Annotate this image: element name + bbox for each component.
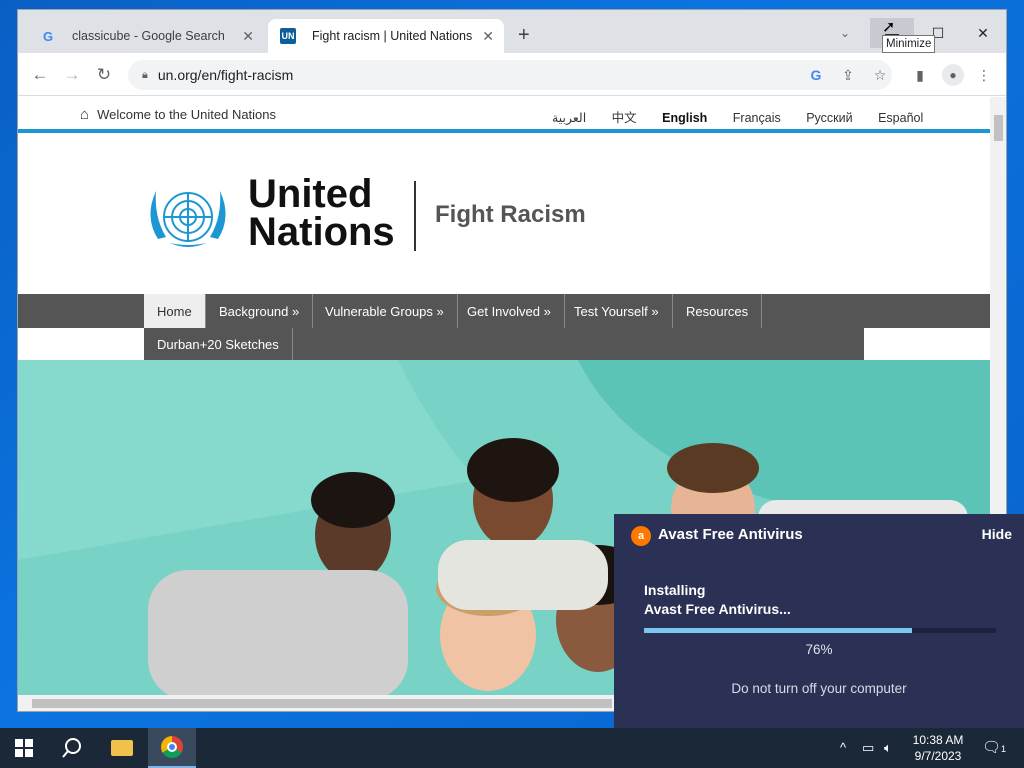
lang-french[interactable]: Français [733,111,781,125]
file-explorer-button[interactable] [98,728,146,768]
menu-get-involved[interactable]: Get Involved » [454,294,565,328]
search-button[interactable] [48,728,96,768]
menu-vulnerable-groups[interactable]: Vulnerable Groups » [312,294,458,328]
notification-count: 1 [1001,744,1007,754]
avast-install-popup: a Avast Free Antivirus Hide Installing A… [614,514,1024,728]
clock-time: 10:38 AM [912,733,964,747]
site-subtitle: Fight Racism [435,201,586,228]
tab-title: Fight racism | United Nations [312,29,473,43]
profile-avatar[interactable]: ● [942,64,964,86]
side-panel-icon[interactable]: ▮ [910,65,930,85]
avast-title: Avast Free Antivirus [658,526,803,543]
browser-toolbar: ← → ↻ 🔒︎ un.org/en/fight-racism G ⇪ ☆ ▮ … [18,53,1006,96]
notification-center-icon[interactable]: 🗨︎1 [982,738,1006,756]
url-text: un.org/en/fight-racism [157,67,294,83]
logo-line-2: Nations [248,210,395,254]
address-bar[interactable]: 🔒︎ un.org/en/fight-racism [128,60,892,90]
language-switcher: العربية 中文 English Français Русский Espa… [552,107,945,126]
scroll-thumb[interactable] [32,699,612,708]
new-tab-button[interactable]: + [518,24,530,46]
avast-message: Installing Avast Free Antivirus... [644,581,791,619]
chrome-icon [161,736,183,758]
menu-test-yourself[interactable]: Test Yourself » [561,294,673,328]
windows-logo-icon [15,739,33,757]
welcome-link[interactable]: ⌂ Welcome to the United Nations [80,106,276,123]
avast-message-line-1: Installing [644,582,706,598]
lang-arabic[interactable]: العربية [552,111,586,125]
welcome-text: Welcome to the United Nations [97,107,277,122]
un-favicon-icon: UN [280,28,296,44]
volume-muted-icon[interactable]: 🔈︎ [884,740,892,756]
minimize-tooltip: Minimize [882,35,936,53]
network-icon[interactable]: ▭ [862,740,874,756]
lang-english[interactable]: English [662,111,707,125]
chrome-menu-icon[interactable]: ⋮ [974,65,994,85]
chrome-taskbar-button[interactable] [148,728,196,768]
folder-icon [111,740,133,756]
logo-divider [414,181,416,251]
united-nations-logotype[interactable]: United Nations [248,172,395,254]
mouse-cursor-icon: ➚ [882,19,896,36]
tab-search-icon[interactable]: ⌄ [836,18,854,48]
close-tab-icon[interactable]: ✕ [242,28,254,45]
reload-button[interactable]: ↻ [92,63,116,87]
lang-spanish[interactable]: Español [878,111,923,125]
avast-message-line-2: Avast Free Antivirus... [644,601,791,617]
chevron-up-icon[interactable]: ^ [840,740,846,755]
tab-title: classicube - Google Search [72,29,225,43]
taskbar: ^ ▭ 🔈︎ 10:38 AM 9/7/2023 🗨︎1 [0,728,1024,768]
home-icon: ⌂ [80,106,90,123]
menu-resources[interactable]: Resources [673,294,763,328]
avast-hide-button[interactable]: Hide [982,526,1012,542]
tab-google-search[interactable]: G classicube - Google Search ✕ [28,19,264,53]
bookmark-star-icon[interactable]: ☆ [870,65,890,85]
system-clock[interactable]: 10:38 AM 9/7/2023 [906,732,970,764]
google-favicon-icon: G [42,28,54,44]
close-window-button[interactable]: ✕ [961,18,1005,48]
logo-line-1: United [248,172,373,216]
tab-strip: G classicube - Google Search ✕ UN Fight … [18,10,1006,53]
search-icon [62,738,81,758]
clock-date: 9/7/2023 [914,749,962,763]
un-top-bar: ⌂ Welcome to the United Nations العربية … [18,97,990,133]
avast-logo-icon: a [631,526,651,546]
avast-progress-bar [644,628,996,633]
start-button[interactable] [0,728,48,768]
lock-icon: 🔒︎ [142,68,148,81]
scroll-thumb[interactable] [994,115,1003,141]
avast-progress-label: 76% [805,642,833,657]
main-menu-row-2: Durban+20 Sketches [144,328,864,360]
un-emblem-icon[interactable] [140,177,236,257]
site-header: United Nations Fight Racism [18,137,990,294]
avast-progress-fill [644,628,912,633]
main-menu: Home Background » Vulnerable Groups » Ge… [18,294,990,328]
share-icon[interactable]: ⇪ [838,65,858,85]
forward-button[interactable]: → [60,63,84,87]
tab-fight-racism[interactable]: UN Fight racism | United Nations ✕ [268,19,504,53]
lang-russian[interactable]: Русский [806,111,852,125]
back-button[interactable]: ← [28,63,52,87]
google-lens-icon[interactable]: G [806,65,826,85]
lang-chinese[interactable]: 中文 [612,111,637,125]
menu-background[interactable]: Background » [206,294,314,328]
avast-warning: Do not turn off your computer [731,681,907,696]
menu-home[interactable]: Home [144,294,206,328]
close-tab-icon[interactable]: ✕ [482,28,494,45]
menu-durban-sketches[interactable]: Durban+20 Sketches [144,328,293,360]
